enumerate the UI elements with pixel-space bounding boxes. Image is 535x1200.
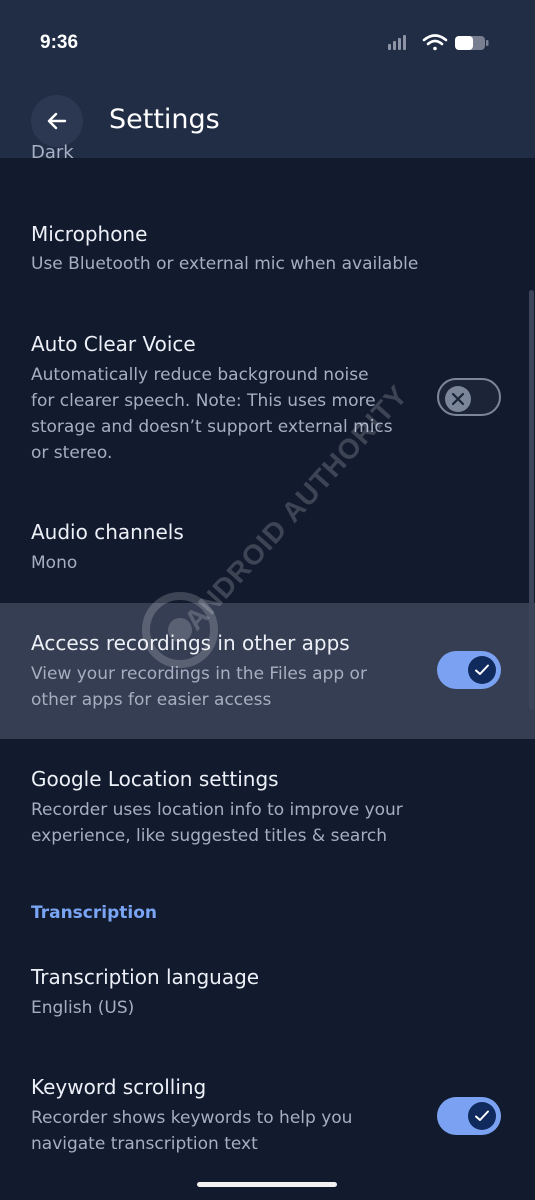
- app-bar: Settings: [0, 82, 535, 158]
- close-icon: [451, 392, 465, 406]
- setting-access-recordings[interactable]: Access recordings in other apps View you…: [0, 603, 535, 739]
- wifi-icon: [422, 34, 448, 51]
- setting-subtitle: Use Bluetooth or external mic when avail…: [31, 254, 419, 274]
- battery-icon: [455, 36, 489, 50]
- page-title: Settings: [109, 104, 220, 135]
- setting-title: Keyword scrolling: [31, 1075, 207, 1099]
- cellular-signal-icon: [388, 35, 406, 50]
- setting-microphone[interactable]: Microphone Use Bluetooth or external mic…: [0, 196, 535, 296]
- setting-auto-clear-voice[interactable]: Auto Clear Voice Automatically reduce ba…: [0, 310, 535, 488]
- status-time: 9:36: [40, 32, 79, 53]
- setting-subtitle: Recorder shows keywords to help you navi…: [31, 1108, 353, 1154]
- setting-transcription-language[interactable]: Transcription language English (US): [0, 945, 535, 1045]
- checkmark-icon: [475, 664, 489, 675]
- setting-google-location[interactable]: Google Location settings Recorder uses l…: [0, 745, 535, 865]
- scrollbar[interactable]: [529, 290, 534, 710]
- setting-subtitle: Mono: [31, 553, 78, 573]
- cut-off-setting-value: Dark: [31, 142, 74, 162]
- setting-keyword-scrolling[interactable]: Keyword scrolling Recorder shows keyword…: [0, 1055, 535, 1170]
- setting-title: Microphone: [31, 222, 148, 246]
- setting-subtitle: View your recordings in the Files app or…: [31, 664, 367, 710]
- arrow-left-icon: [47, 112, 67, 130]
- status-icons: [388, 34, 489, 51]
- setting-title: Auto Clear Voice: [31, 332, 196, 356]
- toggle-knob: [445, 386, 471, 412]
- access-recordings-toggle[interactable]: [437, 651, 501, 689]
- toggle-knob: [468, 1102, 496, 1130]
- section-header-transcription: Transcription: [31, 903, 157, 923]
- setting-title: Google Location settings: [31, 767, 279, 791]
- setting-title: Audio channels: [31, 520, 184, 544]
- status-bar: 9:36: [0, 0, 535, 82]
- toggle-knob: [468, 656, 496, 684]
- setting-subtitle: Recorder uses location info to improve y…: [31, 800, 403, 846]
- setting-subtitle: English (US): [31, 998, 135, 1018]
- setting-title: Access recordings in other apps: [31, 631, 350, 655]
- checkmark-icon: [475, 1110, 489, 1121]
- setting-title: Transcription language: [31, 965, 260, 989]
- auto-clear-voice-toggle[interactable]: [437, 378, 501, 416]
- home-indicator[interactable]: [197, 1182, 337, 1187]
- keyword-scrolling-toggle[interactable]: [437, 1097, 501, 1135]
